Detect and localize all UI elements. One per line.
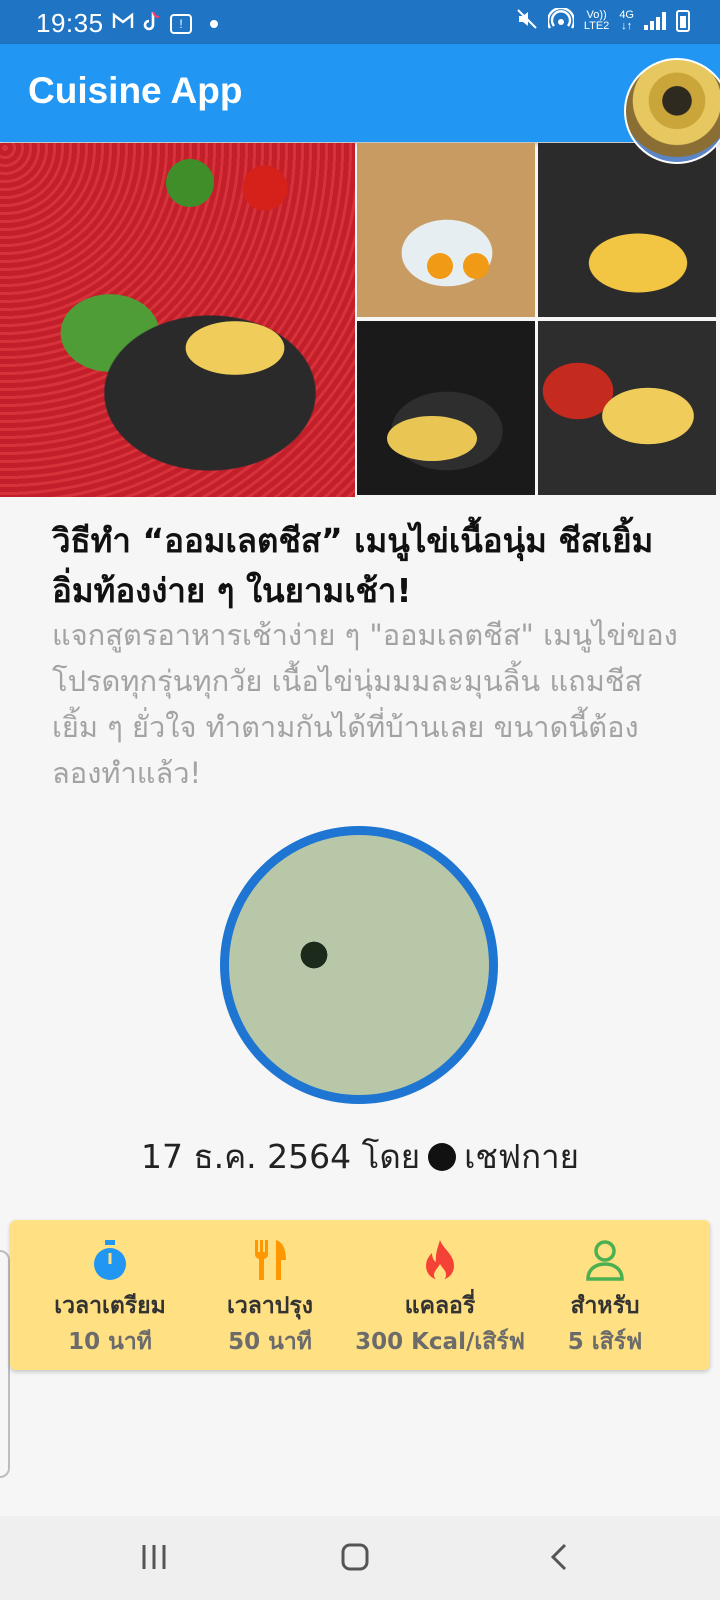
info-label: แคลอรี่ — [404, 1293, 476, 1319]
tiktok-icon — [142, 10, 162, 37]
hotspot-icon — [546, 6, 575, 33]
bullet-icon — [428, 1143, 457, 1171]
mute-icon — [516, 8, 538, 33]
battery-icon — [676, 9, 690, 32]
eggs-milk-bowl-image — [357, 143, 535, 317]
info-label: เวลาเตรียม — [54, 1293, 166, 1319]
info-prep-time: เวลาเตรียม 10 นาที — [30, 1220, 190, 1370]
home-button[interactable] — [340, 1542, 370, 1576]
app-bar: Cuisine App — [0, 44, 720, 142]
app-title: Cuisine App — [28, 70, 243, 111]
article-title: วิธีทำ “ออมเลตชีส” เมนูไข่เนื้อนุ่ม ชีสเ… — [52, 521, 654, 610]
status-time: 19:35 — [36, 8, 104, 38]
profile-avatar[interactable] — [624, 58, 720, 164]
network-type: 4G — [619, 8, 634, 21]
info-value: 50 นาที — [228, 1329, 312, 1355]
info-label: สำหรับ — [570, 1293, 640, 1319]
info-value: 10 นาที — [68, 1329, 152, 1355]
status-bar: 19:35 ! Vo)) LTE2 4G ↓↑ — [0, 0, 720, 44]
recents-button[interactable] — [140, 1542, 170, 1576]
drawer-edge — [0, 1250, 10, 1478]
pouring-egg-pan-image — [538, 143, 716, 317]
4g-icon: 4G ↓↑ — [619, 8, 634, 32]
by-label: โดย — [361, 1137, 421, 1176]
dot-icon — [210, 19, 218, 28]
volte-bottom: LTE2 — [583, 19, 610, 32]
author-line: 17 ธ.ค. 2564 โดย เชฟกาย — [0, 1130, 720, 1183]
recipe-image-collage — [0, 143, 720, 497]
notification-box-icon: ! — [170, 13, 192, 34]
author-name: เชฟกาย — [464, 1137, 580, 1176]
finished-omelette-image — [538, 321, 716, 495]
fork-knife-icon — [250, 1238, 290, 1286]
info-value: 5 เสิร์ฟ — [567, 1329, 643, 1355]
system-nav-bar — [0, 1516, 720, 1600]
info-label: เวลาปรุง — [227, 1293, 313, 1319]
article-description: แจกสูตรอาหารเช้าง่าย ๆ "ออมเลตชีส" เมนูไ… — [52, 618, 678, 790]
info-cook-time: เวลาปรุง 50 นาที — [195, 1220, 345, 1370]
back-button[interactable] — [545, 1542, 575, 1576]
stopwatch-icon — [90, 1238, 130, 1286]
recipe-info-card: เวลาเตรียม 10 นาที เวลาปรุง 50 นาที แคลอ… — [10, 1220, 710, 1370]
author-avatar[interactable] — [220, 826, 498, 1104]
status-system-icons: Vo)) LTE2 4G ↓↑ — [516, 6, 690, 33]
signal-icon — [644, 11, 666, 30]
person-icon — [585, 1238, 625, 1286]
folding-omelette-image — [357, 321, 535, 495]
status-notification-icons: ! — [112, 10, 218, 37]
info-calories: แคลอรี่ 300 Kcal/เสิร์ฟ — [340, 1220, 540, 1370]
volte-icon: Vo)) LTE2 — [583, 9, 610, 32]
gmail-icon — [112, 12, 134, 35]
flame-icon — [424, 1238, 456, 1286]
info-value: 300 Kcal/เสิร์ฟ — [355, 1329, 525, 1355]
omelette-plate-image — [0, 143, 355, 497]
info-servings: สำหรับ 5 เสิร์ฟ — [530, 1220, 680, 1370]
post-date: 17 ธ.ค. 2564 — [140, 1137, 352, 1176]
